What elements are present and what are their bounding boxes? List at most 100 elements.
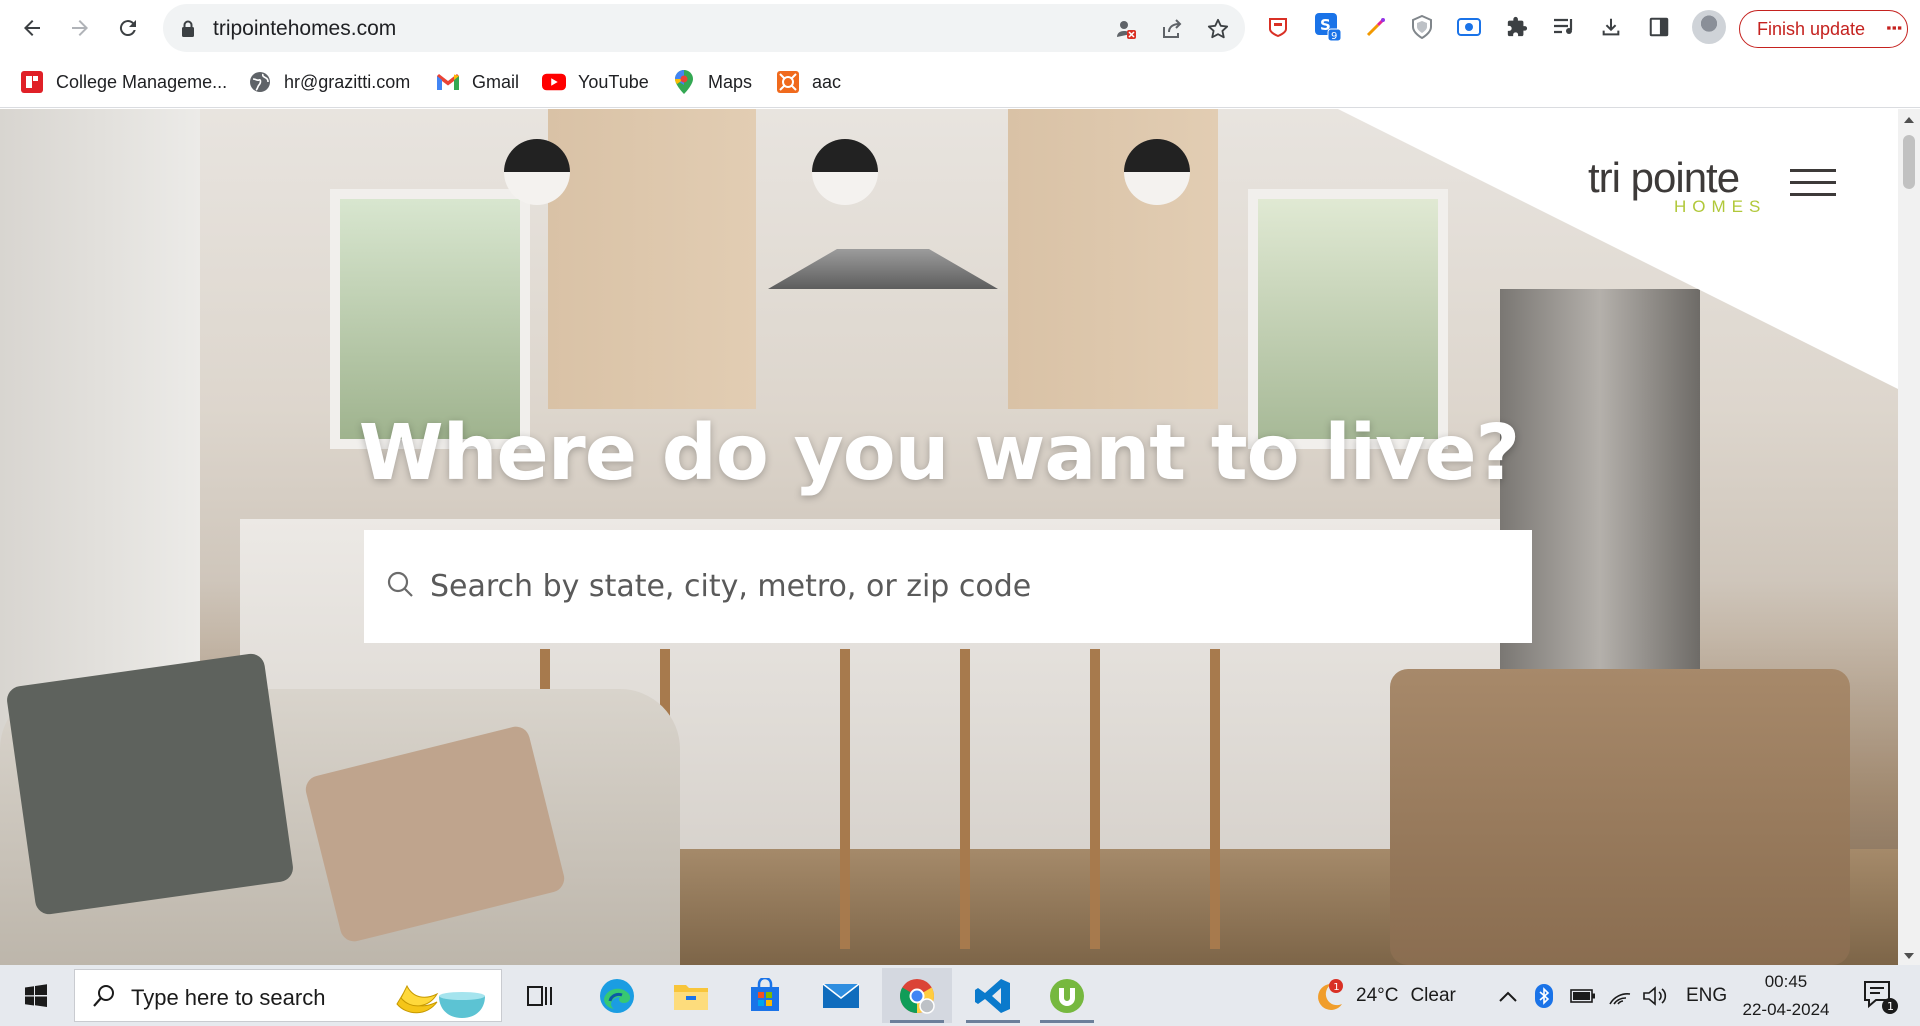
language-indicator[interactable]: ENG [1686, 965, 1727, 1026]
page-scrollbar[interactable] [1898, 109, 1920, 965]
pendant-light [1124, 139, 1190, 205]
hero-headline: Where do you want to live? [358, 409, 1520, 498]
taskbar-chrome[interactable] [882, 968, 952, 1023]
gmail-icon [436, 70, 460, 94]
globe-icon [248, 70, 272, 94]
share-icon[interactable] [1159, 16, 1185, 42]
bookmark-gmail[interactable]: Gmail [436, 68, 519, 96]
bookmark-youtube[interactable]: YouTube [542, 68, 649, 96]
vscode-icon [975, 978, 1010, 1013]
forward-arrow-icon [72, 20, 88, 36]
notification-icon: 1 [1864, 980, 1898, 1014]
taskbar-search-text: Type here to search [131, 985, 326, 1010]
bookmark-college[interactable]: College Manageme... [20, 68, 227, 96]
bar-stool [1090, 649, 1220, 949]
more-menu-icon[interactable]: ⋮ [1884, 19, 1904, 37]
forward-button[interactable] [62, 10, 98, 46]
taskbar-file-explorer[interactable] [656, 968, 726, 1023]
taskbar-utorrent[interactable] [1032, 968, 1102, 1023]
mail-icon [822, 982, 860, 1008]
bookmark-star-icon[interactable] [1205, 16, 1231, 42]
location-search-input[interactable] [430, 558, 1490, 614]
weather-condition: Clear [1410, 984, 1456, 1006]
lock-icon [182, 20, 194, 37]
browser-toolbar: tripointehomes.com S9 Finish update ⋮ [0, 0, 1920, 56]
clock-date: 22-04-2024 [1742, 999, 1830, 1019]
clock-time: 00:45 [1764, 971, 1808, 991]
leather-chair [1390, 669, 1850, 965]
back-arrow-icon [24, 20, 40, 36]
search-icon [387, 571, 413, 597]
svg-text:9: 9 [1331, 31, 1337, 42]
bar-stool [840, 649, 970, 949]
wifi-icon [1609, 992, 1631, 1005]
battery-icon [1570, 988, 1595, 1003]
extension-s-badge-icon[interactable]: S9 [1313, 12, 1343, 42]
scroll-up-arrow-icon[interactable] [1904, 117, 1914, 123]
weather-widget[interactable]: 1 24°C Clear [1310, 965, 1456, 1026]
bookmark-label: College Manageme... [56, 71, 228, 92]
left-cabinet [548, 109, 756, 409]
bookmark-maps[interactable]: Maps [672, 68, 752, 96]
windows-logo-icon [25, 983, 47, 1007]
extension-shield-icon[interactable] [1407, 12, 1437, 42]
downloads-icon[interactable] [1596, 12, 1626, 42]
back-button[interactable] [14, 10, 50, 46]
profile-avatar[interactable] [1692, 10, 1726, 44]
youtube-icon [542, 70, 566, 94]
range-hood [768, 249, 998, 289]
location-search-box[interactable] [364, 530, 1532, 643]
show-hidden-icons-button[interactable] [1498, 965, 1518, 1026]
svg-text:1: 1 [1887, 1000, 1894, 1013]
logo-wordmark: tri pointe [1588, 154, 1740, 201]
battery-tray-icon[interactable] [1570, 965, 1596, 1026]
bookmark-hr-email[interactable]: hr@grazitti.com [248, 68, 410, 96]
utorrent-icon [1050, 978, 1084, 1013]
edge-icon [600, 978, 634, 1013]
finish-update-label: Finish update [1757, 18, 1866, 39]
taskbar-vscode[interactable] [958, 968, 1028, 1023]
reload-icon [119, 20, 136, 37]
pillow [5, 652, 295, 916]
taskbar-mail[interactable] [806, 968, 876, 1023]
volume-tray-icon[interactable] [1642, 965, 1668, 1026]
moon-weather-icon: 1 [1318, 978, 1343, 1010]
chrome-icon [900, 978, 935, 1014]
notification-center-button[interactable]: 1 [1860, 965, 1900, 1026]
taskbar-microsoft-store[interactable] [730, 968, 800, 1023]
windows-taskbar: Type here to search 1 24°C Clear ENG 00:… [0, 965, 1920, 1026]
extensions-puzzle-icon[interactable] [1502, 12, 1532, 42]
bookmark-label: hr@grazitti.com [284, 71, 411, 92]
taskbar-task-view[interactable] [505, 968, 575, 1023]
media-queue-icon[interactable] [1549, 12, 1579, 42]
tracking-blocked-icon[interactable] [1113, 16, 1139, 42]
address-bar[interactable]: tripointehomes.com [163, 4, 1245, 52]
extension-color-picker-icon[interactable] [1361, 12, 1391, 42]
bookmark-aac[interactable]: aac [776, 68, 841, 96]
menu-line [1790, 169, 1836, 172]
extension-screen-record-icon[interactable] [1454, 12, 1484, 42]
logo-homes-text: HOMES [1674, 197, 1767, 216]
reload-button[interactable] [110, 10, 146, 46]
side-panel-icon[interactable] [1644, 12, 1674, 42]
taskbar-search-box[interactable]: Type here to search [74, 969, 502, 1022]
start-button[interactable] [0, 965, 72, 1026]
hamburger-menu-button[interactable] [1790, 169, 1836, 199]
scrollbar-thumb[interactable] [1903, 135, 1915, 189]
bluetooth-tray-icon[interactable] [1535, 965, 1553, 1026]
bookmarks-bar: College Manageme... hr@grazitti.com Gmai… [0, 56, 1920, 108]
clock[interactable]: 00:45 22-04-2024 [1734, 965, 1838, 1026]
maps-icon [672, 70, 696, 94]
finish-update-button[interactable]: Finish update ⋮ [1739, 10, 1908, 48]
scroll-down-arrow-icon[interactable] [1904, 953, 1914, 959]
wifi-tray-icon[interactable] [1608, 965, 1632, 1026]
extension-shield-red-icon[interactable] [1263, 12, 1293, 42]
bookmark-label: Gmail [472, 71, 520, 92]
search-icon [93, 985, 114, 1007]
task-view-icon [527, 985, 552, 1006]
menu-line [1790, 181, 1836, 184]
bookmark-label: Maps [708, 71, 753, 92]
taskbar-edge[interactable] [582, 968, 652, 1023]
folder-icon [674, 984, 708, 1010]
tri-pointe-logo[interactable]: tri pointe HOMES [1588, 154, 1760, 227]
